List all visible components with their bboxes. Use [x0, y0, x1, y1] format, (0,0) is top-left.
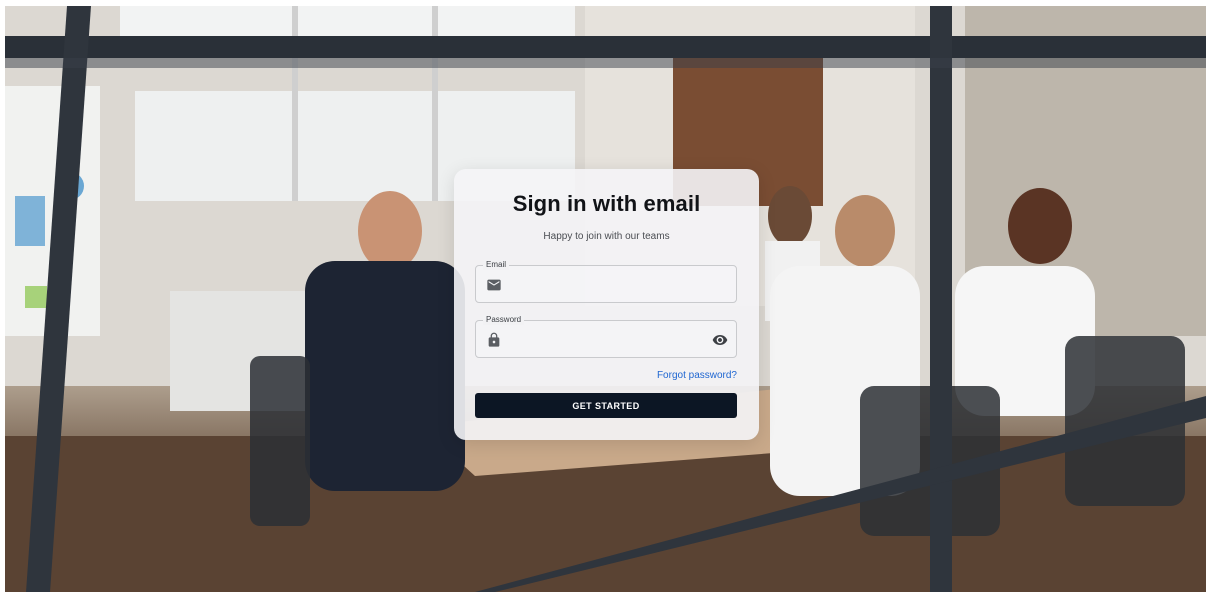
card-subtitle: Happy to join with our teams	[543, 231, 670, 242]
password-field[interactable]: Password	[475, 315, 737, 358]
email-input[interactable]	[508, 274, 702, 296]
lock-icon	[486, 332, 502, 348]
page: Sign in with email Happy to join with ou…	[0, 0, 1207, 593]
email-label: Email	[483, 260, 510, 270]
password-label: Password	[483, 315, 525, 325]
password-input[interactable]	[508, 329, 702, 351]
sign-in-card: Sign in with email Happy to join with ou…	[454, 169, 759, 440]
mail-icon	[486, 277, 502, 293]
email-field[interactable]: Email	[475, 260, 737, 303]
get-started-button[interactable]: GET STARTED	[475, 393, 737, 418]
eye-icon[interactable]	[712, 332, 728, 348]
card-title: Sign in with email	[512, 191, 701, 216]
forgot-password-link[interactable]: Forgot password?	[657, 370, 737, 381]
